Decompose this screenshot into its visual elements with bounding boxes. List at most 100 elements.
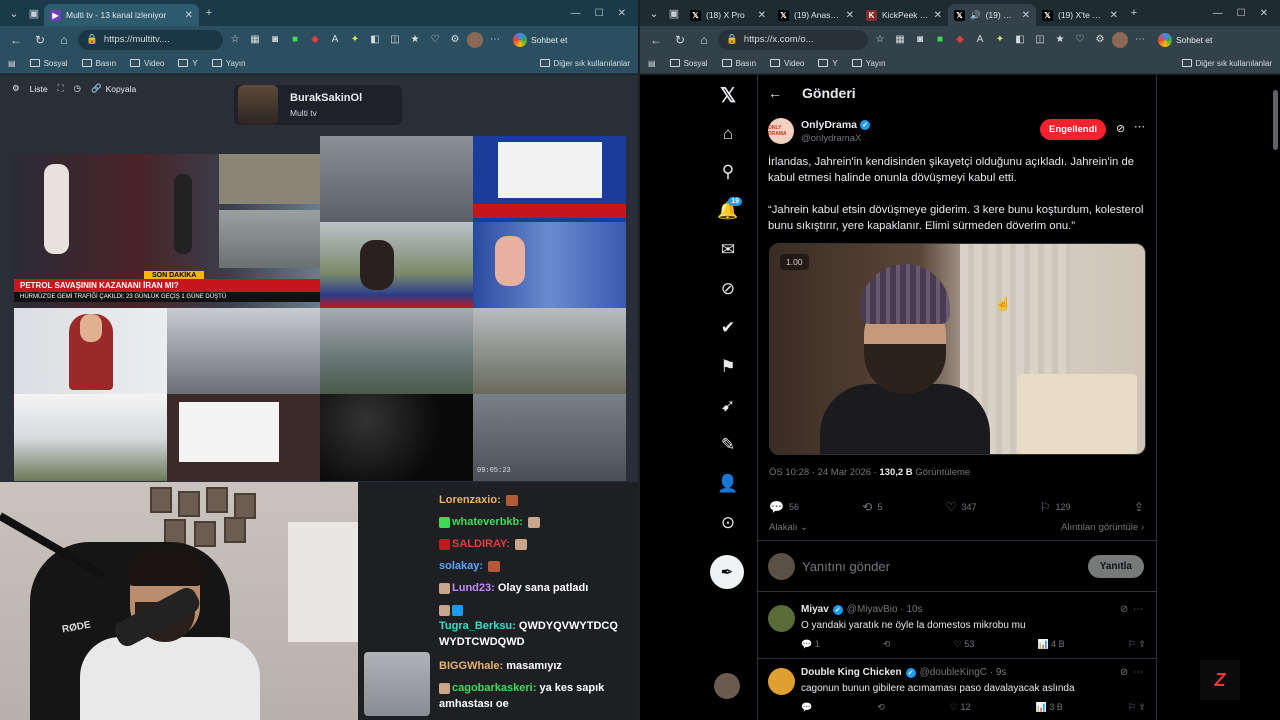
back-arrow-icon[interactable]: ← [768,85,782,101]
stream-cell-city[interactable] [473,308,626,394]
close-tab-icon[interactable]: ✕ [934,10,942,21]
tab-x-post[interactable]: 𝕏 🔊 (19) X'te ✕ [948,4,1036,26]
extension-icon[interactable]: ■ [932,32,948,48]
bookmark-button[interactable]: ⚐ ⇪ [1128,639,1146,650]
bookmark-folder[interactable]: Video [770,59,804,68]
explore-search-icon[interactable]: ⚲ [708,152,748,192]
collections-icon[interactable]: ♡ [1072,32,1088,48]
extension-icon[interactable]: ◧ [367,32,383,48]
copy-button[interactable]: 🔗 Kopyala [91,83,136,94]
bookmark-folder[interactable]: Basın [81,59,116,68]
stream-cell-news[interactable]: SON DAKİKA PETROL SAVAŞININ KAZANANI İRA… [14,154,320,308]
close-tab-icon[interactable]: ✕ [1110,10,1118,21]
close-tab-icon[interactable]: ✕ [846,10,854,21]
bookmark-folder[interactable]: Sosyal [669,59,708,68]
bookmarks-icon[interactable]: ⚑ [708,347,748,387]
settings-icon[interactable]: ⚙ [1092,32,1108,48]
reply-input[interactable]: Yanıtını gönder [802,559,890,574]
author-avatar[interactable]: ONLY DRAMA [768,118,794,144]
grok-icon[interactable]: ⊘ [708,269,748,309]
stream-cell-anchor[interactable] [14,308,167,394]
channel-card[interactable]: BurakSakinOl Multi tv [234,85,402,125]
tab-list-icon[interactable]: ⌄ [4,3,24,23]
messages-icon[interactable]: ✉ [708,230,748,270]
new-tab-icon[interactable]: + [1124,3,1144,23]
compose-post-button[interactable]: ✒ [710,555,744,589]
bookmark-button[interactable]: ⚐ ⇪ [1128,702,1146,713]
like-button[interactable]: ♡ 53 [954,639,975,650]
reload-icon[interactable]: ↻ [670,30,690,50]
more-options-icon[interactable]: ⋯ [1134,120,1146,133]
tab-kickpeek[interactable]: K KickPeek - Kic ✕ [860,4,948,26]
split-screen-icon[interactable]: ◫ [1032,32,1048,48]
articles-icon[interactable]: ✎ [708,425,748,465]
timer-icon[interactable]: ◷ [74,83,81,94]
bookmark-button[interactable]: ⚐ 129 [1040,500,1071,514]
grok-icon[interactable]: ⊘ [1116,122,1125,135]
reply-button[interactable]: 💬 1 [801,639,820,650]
extension-icon[interactable]: ◆ [307,32,323,48]
menu-icon[interactable]: ⋯ [1132,32,1148,48]
extension-icon[interactable]: ◙ [267,32,283,48]
fullscreen-icon[interactable]: ⛶ [58,83,64,94]
account-avatar[interactable] [714,673,740,699]
collections-icon[interactable]: ♡ [427,32,443,48]
extension-icon[interactable]: ▦ [247,32,263,48]
repost-button[interactable]: ⟲ [877,702,885,713]
favorites-icon[interactable]: ★ [1052,32,1068,48]
more-icon[interactable]: ⊙ [708,503,748,543]
views-button[interactable]: 📊 3 B [1036,702,1063,713]
workspaces-icon[interactable]: ▣ [664,3,684,23]
bookmark-folder[interactable]: Y [178,59,198,68]
stream-cell-snow[interactable] [14,394,167,481]
bookmarks-icon[interactable]: ▤ [648,59,656,68]
close-window-icon[interactable]: ✕ [618,8,626,19]
extension-icon[interactable]: ✦ [347,32,363,48]
playback-speed[interactable]: 1.00 [780,254,809,270]
bookmark-folder[interactable]: Sosyal [29,59,68,68]
other-favorites-folder[interactable]: Diğer sık kullanılanlar [539,59,630,68]
minimize-icon[interactable]: — [571,8,581,19]
workspaces-icon[interactable]: ▣ [24,3,44,23]
verified-orgs-icon[interactable]: ✔ [708,308,748,348]
like-button[interactable]: ♡ 347 [946,500,977,514]
tab-x-laura[interactable]: 𝕏 (19) X'te Laura ✕ [1036,4,1124,26]
post-video[interactable]: 1.00 [769,243,1146,455]
extension-icon[interactable]: ◆ [952,32,968,48]
bookmark-folder[interactable]: Yayın [851,59,886,68]
scrollbar[interactable] [1273,90,1278,150]
comment-options-icon[interactable]: ⊘ ⋯ [1120,667,1144,678]
home-icon[interactable]: ⌂ [694,30,714,50]
settings-icon[interactable]: ⚙ [447,32,463,48]
bookmark-folder[interactable]: Basın [721,59,756,68]
back-icon[interactable]: ← [646,30,666,50]
bookmark-folder[interactable]: Video [130,59,164,68]
blocked-button[interactable]: Engellendi [1040,119,1107,140]
address-bar[interactable]: 🔒 https://multitv.... [78,29,223,50]
x-logo-icon[interactable]: 𝕏 [708,75,748,115]
notifications-icon[interactable]: 🔔 19 [708,191,748,231]
close-tab-icon[interactable]: ✕ [185,10,193,21]
audio-icon[interactable]: 🔊 [970,10,981,21]
extension-icon[interactable]: ◙ [912,32,928,48]
bookmarks-icon[interactable]: ▤ [8,59,16,68]
close-tab-icon[interactable]: ✕ [758,10,766,21]
comment-options-icon[interactable]: ⊘ ⋯ [1120,604,1144,615]
reply-button[interactable]: 💬 [801,702,812,713]
home-icon[interactable]: ⌂ [708,114,748,154]
tab-multitv[interactable]: ▶ Multi tv - 13 kanal izleniyor ✕ [44,4,199,26]
stream-cell-reporter[interactable] [320,222,473,308]
stream-cell-chart[interactable] [473,136,626,222]
close-window-icon[interactable]: ✕ [1260,8,1268,19]
favorites-icon[interactable]: ★ [407,32,423,48]
stream-cell-cams[interactable] [167,308,320,394]
translate-icon[interactable]: A [972,32,988,48]
like-button[interactable]: ♡ 12 [950,702,971,713]
profile-icon[interactable]: 👤 [708,464,748,504]
menu-icon[interactable]: ⋯ [487,32,503,48]
reply-button[interactable]: 💬 56 [769,500,799,514]
list-button[interactable]: Liste [30,84,48,94]
bookmark-folder[interactable]: Y [818,59,838,68]
stream-cell-studio[interactable] [167,394,320,481]
commenter-avatar[interactable] [768,668,795,695]
